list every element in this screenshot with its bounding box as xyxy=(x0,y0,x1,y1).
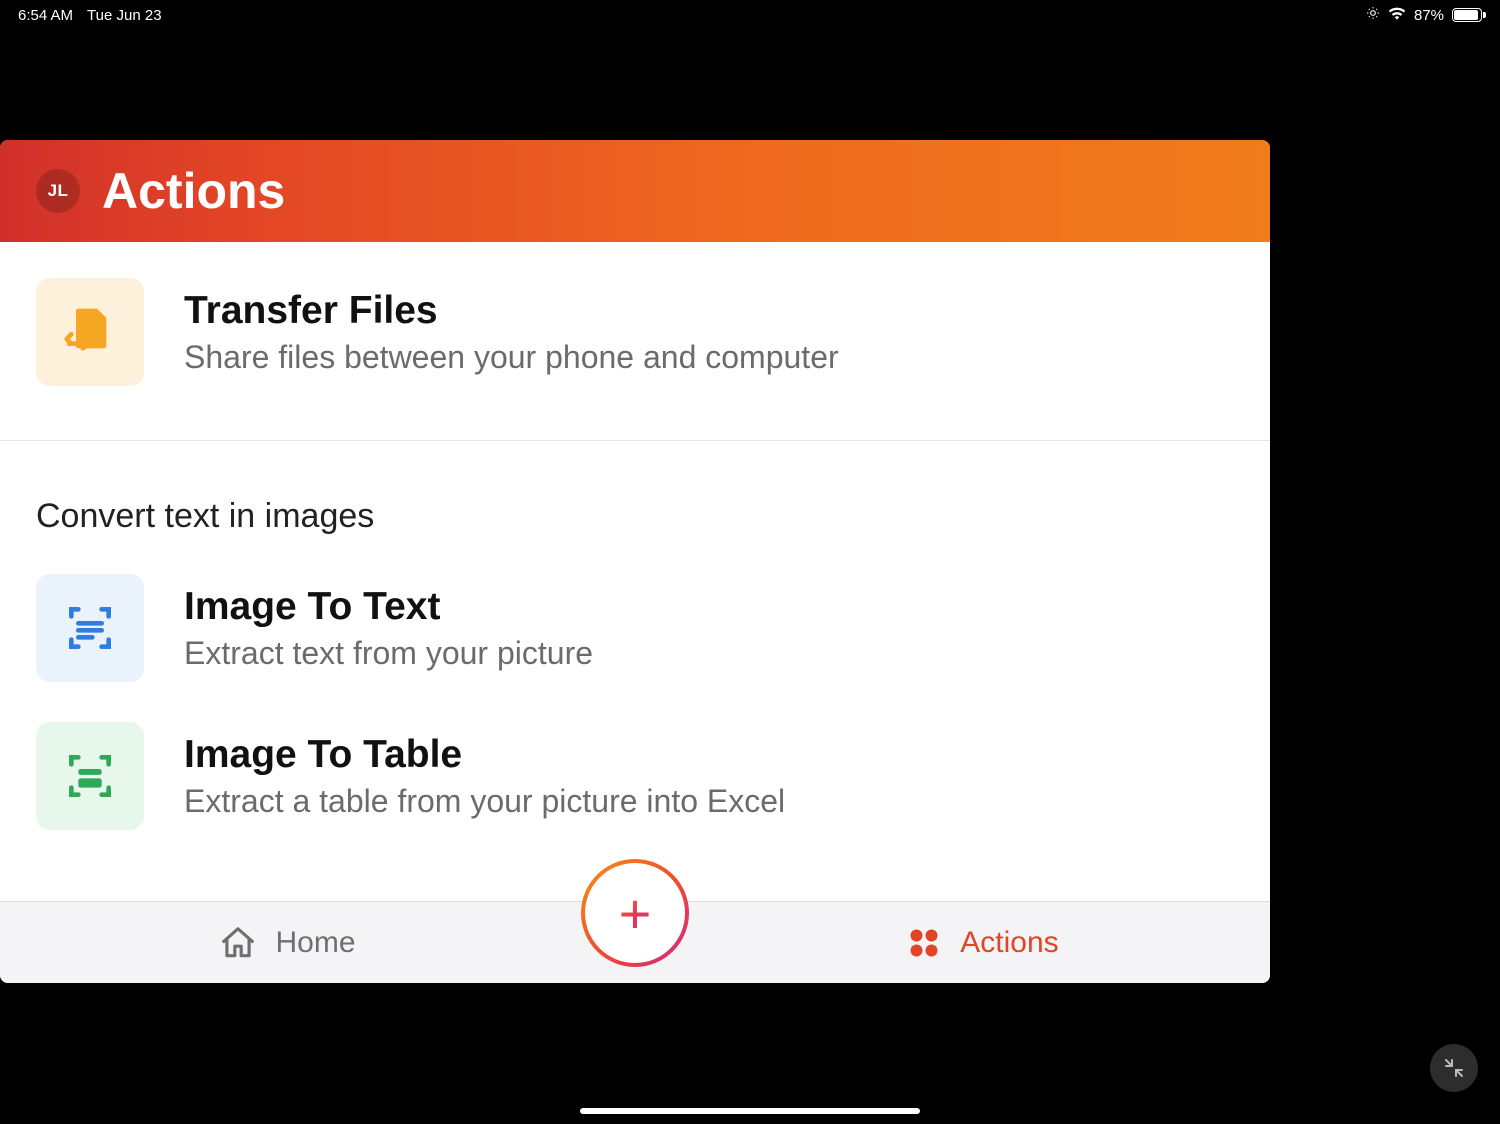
header: JL Actions xyxy=(0,140,1270,242)
tab-actions[interactable]: Actions xyxy=(695,925,1270,961)
avatar[interactable]: JL xyxy=(36,169,80,213)
home-indicator[interactable] xyxy=(580,1108,920,1114)
action-transfer-files[interactable]: Transfer Files Share files between your … xyxy=(0,258,1270,406)
action-desc: Share files between your phone and compu… xyxy=(184,339,839,376)
section-header-convert: Convert text in images xyxy=(0,441,1270,554)
action-title: Transfer Files xyxy=(184,289,839,333)
avatar-initials: JL xyxy=(48,181,69,201)
transfer-files-icon xyxy=(36,278,144,386)
tab-label: Home xyxy=(275,926,355,960)
tab-label: Actions xyxy=(960,926,1058,960)
image-to-table-icon xyxy=(36,722,144,830)
app-window: JL Actions Transfer Files Share files be… xyxy=(0,140,1270,983)
action-desc: Extract text from your picture xyxy=(184,635,593,672)
action-desc: Extract a table from your picture into E… xyxy=(184,783,785,820)
action-title: Image To Table xyxy=(184,733,785,777)
page-title: Actions xyxy=(102,162,285,220)
image-to-text-icon xyxy=(36,574,144,682)
tab-home[interactable]: Home xyxy=(0,924,575,962)
pip-collapse-button[interactable] xyxy=(1430,1044,1478,1092)
status-bar: 6:54 AM Tue Jun 23 87% xyxy=(0,0,1500,24)
battery-icon xyxy=(1452,8,1482,22)
status-time: 6:54 AM xyxy=(18,7,73,24)
plus-icon: + xyxy=(619,881,652,946)
action-title: Image To Text xyxy=(184,585,593,629)
home-icon xyxy=(219,924,257,962)
arrows-in-icon xyxy=(1442,1056,1466,1080)
brightness-icon xyxy=(1366,6,1380,24)
action-image-to-text[interactable]: Image To Text Extract text from your pic… xyxy=(0,554,1270,702)
battery-percent: 87% xyxy=(1414,7,1444,24)
grid-icon xyxy=(906,925,942,961)
action-image-to-table[interactable]: Image To Table Extract a table from your… xyxy=(0,702,1270,850)
fab-add[interactable]: + xyxy=(581,859,689,967)
wifi-icon xyxy=(1388,6,1406,24)
status-date: Tue Jun 23 xyxy=(87,7,162,24)
